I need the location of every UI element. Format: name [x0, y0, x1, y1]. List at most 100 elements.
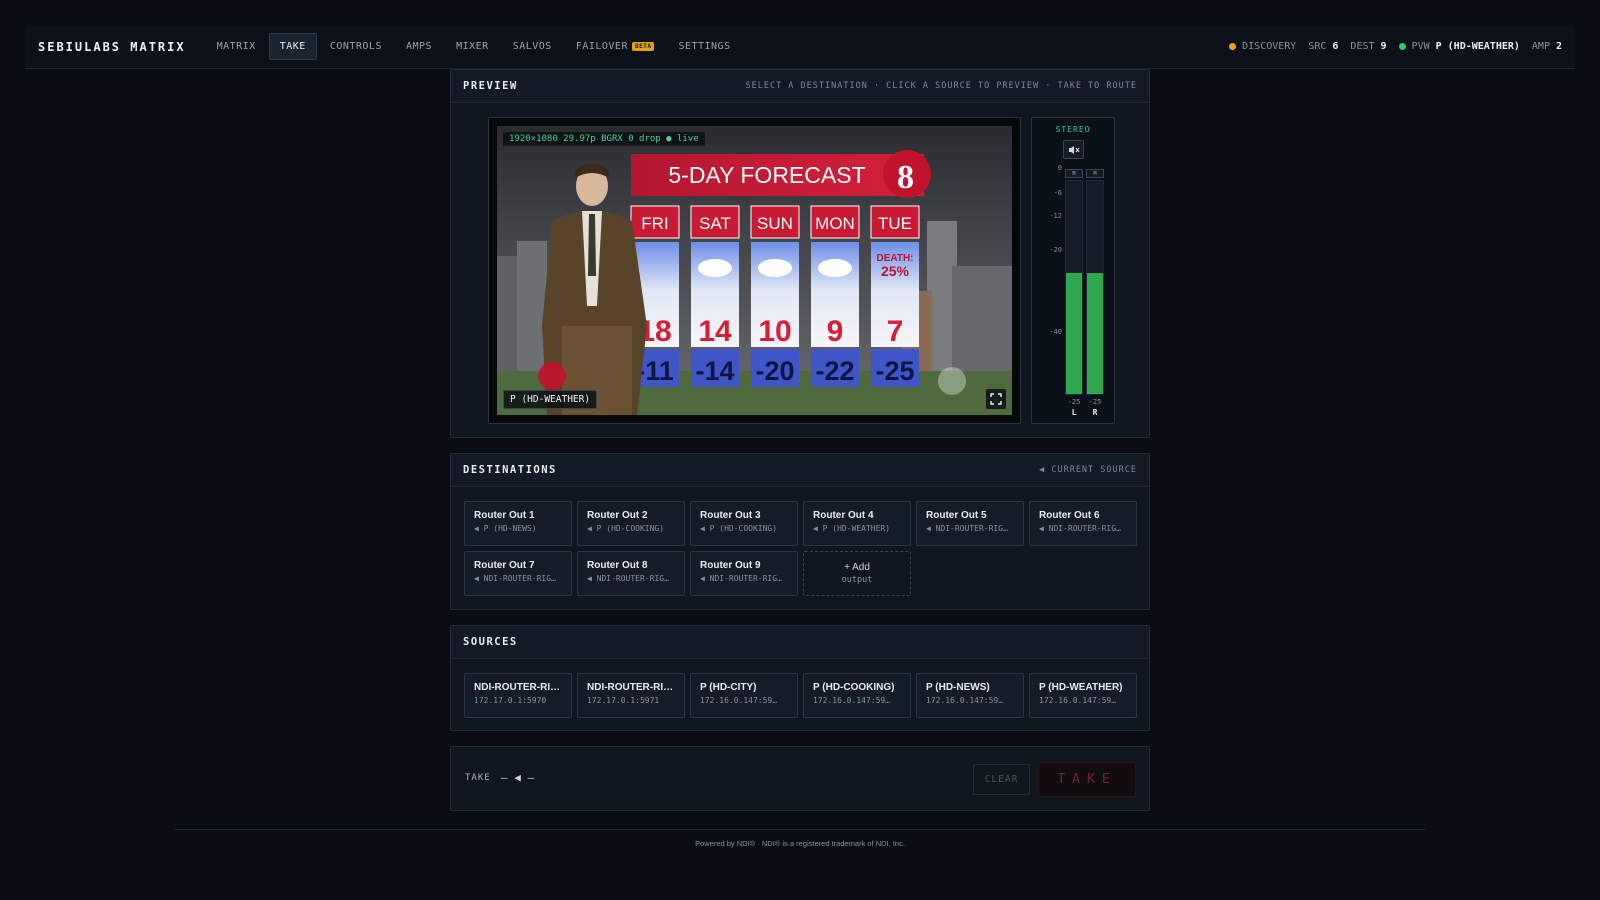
nav-matrix[interactable]: MATRIX: [206, 33, 267, 60]
audio-meter: STEREO 0 -6 -12 -20 -40 M M -25 -25 L R: [1031, 117, 1115, 424]
discovery-label: DISCOVERY: [1242, 41, 1297, 52]
top-bar: SEBIULABS MATRIX MATRIX TAKE CONTROLS AM…: [25, 25, 1575, 69]
nav-salvos[interactable]: SALVOS: [502, 33, 563, 60]
clear-button[interactable]: CLEAR: [973, 764, 1030, 795]
source-name: NDI-ROUTER-RIG ...: [474, 682, 562, 693]
source-card[interactable]: P (HD-CITY) 172.16.0.147:59…: [690, 673, 798, 718]
nav-take[interactable]: TAKE: [268, 33, 317, 60]
status-bar: DISCOVERY SRC 6 DEST 9 PVW P (HD-WEATHER) A…: [1229, 41, 1562, 52]
destination-source: ◀ NDI-ROUTER-RIG…: [1039, 524, 1121, 533]
meter-bar-right: [1086, 180, 1104, 395]
forecast-day-label: FRI: [641, 214, 668, 233]
forecast-note: 25%: [881, 263, 910, 279]
discovery-status: DISCOVERY: [1229, 41, 1296, 52]
main-nav: MATRIX TAKE CONTROLS AMPS MIXER SALVOS F…: [206, 33, 742, 60]
destinations-grid: Router Out 1 ◀ P (HD-NEWS) Router Out 2 ◀ …: [464, 501, 1137, 596]
forecast-day: TUEDEATH:25%7-25: [870, 205, 920, 387]
mute-icon[interactable]: [1063, 140, 1084, 159]
destination-name: Router Out 1: [474, 510, 535, 521]
dest-count: DEST 9: [1350, 41, 1386, 52]
forecast-high: 9: [827, 315, 844, 348]
destinations-title: DESTINATIONS: [463, 464, 557, 476]
destination-source: ◀ P (HD-NEWS): [474, 524, 537, 533]
nav-amps[interactable]: AMPS: [395, 33, 443, 60]
mute-right-button[interactable]: M: [1086, 169, 1104, 178]
meter-scale-label: -6: [1053, 189, 1062, 197]
meter-scale-label: -12: [1049, 212, 1062, 220]
source-card[interactable]: P (HD-NEWS) 172.16.0.147:59…: [916, 673, 1024, 718]
discovery-indicator-icon: [1229, 43, 1237, 50]
source-card[interactable]: P (HD-COOKING) 172.16.0.147:59…: [803, 673, 911, 718]
destinations-header: DESTINATIONS ◀ CURRENT SOURCE: [451, 454, 1149, 487]
destination-card[interactable]: Router Out 4 ◀ P (HD-WEATHER): [803, 501, 911, 546]
forecast-day-label: TUE: [878, 214, 912, 233]
amp-value: 2: [1555, 41, 1562, 52]
add-output-button[interactable]: + Add output: [803, 551, 911, 596]
destination-card[interactable]: Router Out 2 ◀ P (HD-COOKING): [577, 501, 685, 546]
nav-settings[interactable]: SETTINGS: [667, 33, 741, 60]
cloud-icon: [698, 259, 732, 277]
nav-label: CONTROLS: [329, 41, 382, 52]
source-address: 172.17.0.1:5971: [587, 696, 660, 705]
nav-controls[interactable]: CONTROLS: [319, 33, 393, 60]
meter-scale-label: -20: [1049, 246, 1062, 254]
destination-card[interactable]: Router Out 9 ◀ NDI-ROUTER-RIG…: [690, 551, 798, 596]
destination-card[interactable]: Router Out 1 ◀ P (HD-NEWS): [464, 501, 572, 546]
forecast-low: -14: [695, 356, 734, 386]
source-card[interactable]: P (HD-WEATHER) 172.16.0.147:59…: [1029, 673, 1137, 718]
destination-source: ◀ NDI-ROUTER-RIG…: [587, 574, 669, 583]
mute-left-button[interactable]: M: [1065, 169, 1083, 178]
forecast-low: -22: [815, 356, 854, 386]
source-address: 172.16.0.147:59…: [700, 696, 778, 705]
forecast-day: SUN 10 -20: [750, 205, 800, 387]
pvw-status: PVW P (HD-WEATHER): [1398, 41, 1520, 52]
forecast-day: MON 9 -22: [810, 205, 860, 387]
source-name: P (HD-CITY): [700, 682, 757, 693]
forecast-day-label: MON: [815, 214, 855, 233]
forecast-day: SAT 14 -14: [690, 205, 740, 387]
nav-label: TAKE: [279, 41, 306, 52]
take-label: TAKE: [465, 773, 491, 783]
meter-scale-label: 0: [1057, 164, 1062, 172]
destination-card[interactable]: Router Out 8 ◀ NDI-ROUTER-RIG…: [577, 551, 685, 596]
source-card[interactable]: NDI-ROUTER-RIG ... 172.17.0.1:5971: [577, 673, 685, 718]
source-card[interactable]: NDI-ROUTER-RIG ... 172.17.0.1:5970: [464, 673, 572, 718]
take-button[interactable]: TAKE: [1038, 762, 1136, 797]
nav-label: SALVOS: [512, 41, 552, 52]
source-address: 172.16.0.147:59…: [1039, 696, 1117, 705]
video-source-label: P (HD-WEATHER): [503, 390, 598, 409]
destination-source: ◀ P (HD-WEATHER): [813, 524, 891, 533]
nav-label: MIXER: [456, 41, 489, 52]
forecast-high: 14: [698, 315, 732, 348]
svg-text:8: 8: [897, 159, 914, 196]
nav-failover[interactable]: FAILOVER BETA: [565, 33, 666, 60]
channel-name-left: L: [1071, 408, 1077, 417]
sources-title: SOURCES: [463, 636, 518, 648]
video-preview[interactable]: 5-DAY FORECAST 8 FRI 18 -11 SAT 14 -14 SUN 10 -2…: [497, 126, 1012, 415]
source-name: P (HD-COOKING): [813, 682, 895, 693]
add-output-sublabel: output: [841, 575, 873, 585]
destination-name: Router Out 5: [926, 510, 987, 521]
forecast-high: 7: [887, 315, 904, 348]
meter-scale-label: -40: [1049, 328, 1062, 336]
forecast-low: -25: [875, 356, 914, 386]
source-name: P (HD-WEATHER): [1039, 682, 1123, 693]
destination-card[interactable]: Router Out 6 ◀ NDI-ROUTER-RIG…: [1029, 501, 1137, 546]
nav-mixer[interactable]: MIXER: [445, 33, 500, 60]
preview-panel: PREVIEW SELECT A DESTINATION · CLICK A S…: [450, 69, 1150, 438]
destination-card[interactable]: Router Out 3 ◀ P (HD-COOKING): [690, 501, 798, 546]
destination-name: Router Out 2: [587, 510, 648, 521]
destinations-panel: DESTINATIONS ◀ CURRENT SOURCE Router Out…: [450, 453, 1150, 610]
channel-value-right: -25: [1088, 398, 1102, 406]
preview-hint: SELECT A DESTINATION · CLICK A SOURCE TO…: [745, 81, 1137, 91]
destination-source: ◀ NDI-ROUTER-RIG…: [474, 574, 556, 583]
destination-card[interactable]: Router Out 7 ◀ NDI-ROUTER-RIG…: [464, 551, 572, 596]
destination-name: Router Out 4: [813, 510, 874, 521]
add-output-label: + Add: [844, 562, 870, 573]
channel-name-right: R: [1092, 408, 1098, 417]
destination-card[interactable]: Router Out 5 ◀ NDI-ROUTER-RIG…: [916, 501, 1024, 546]
fullscreen-icon[interactable]: [986, 389, 1006, 409]
src-count: SRC 6: [1308, 41, 1338, 52]
nav-label: SETTINGS: [678, 41, 731, 52]
footer-text: Powered by NDI® · NDI® is a registered t…: [695, 839, 905, 848]
